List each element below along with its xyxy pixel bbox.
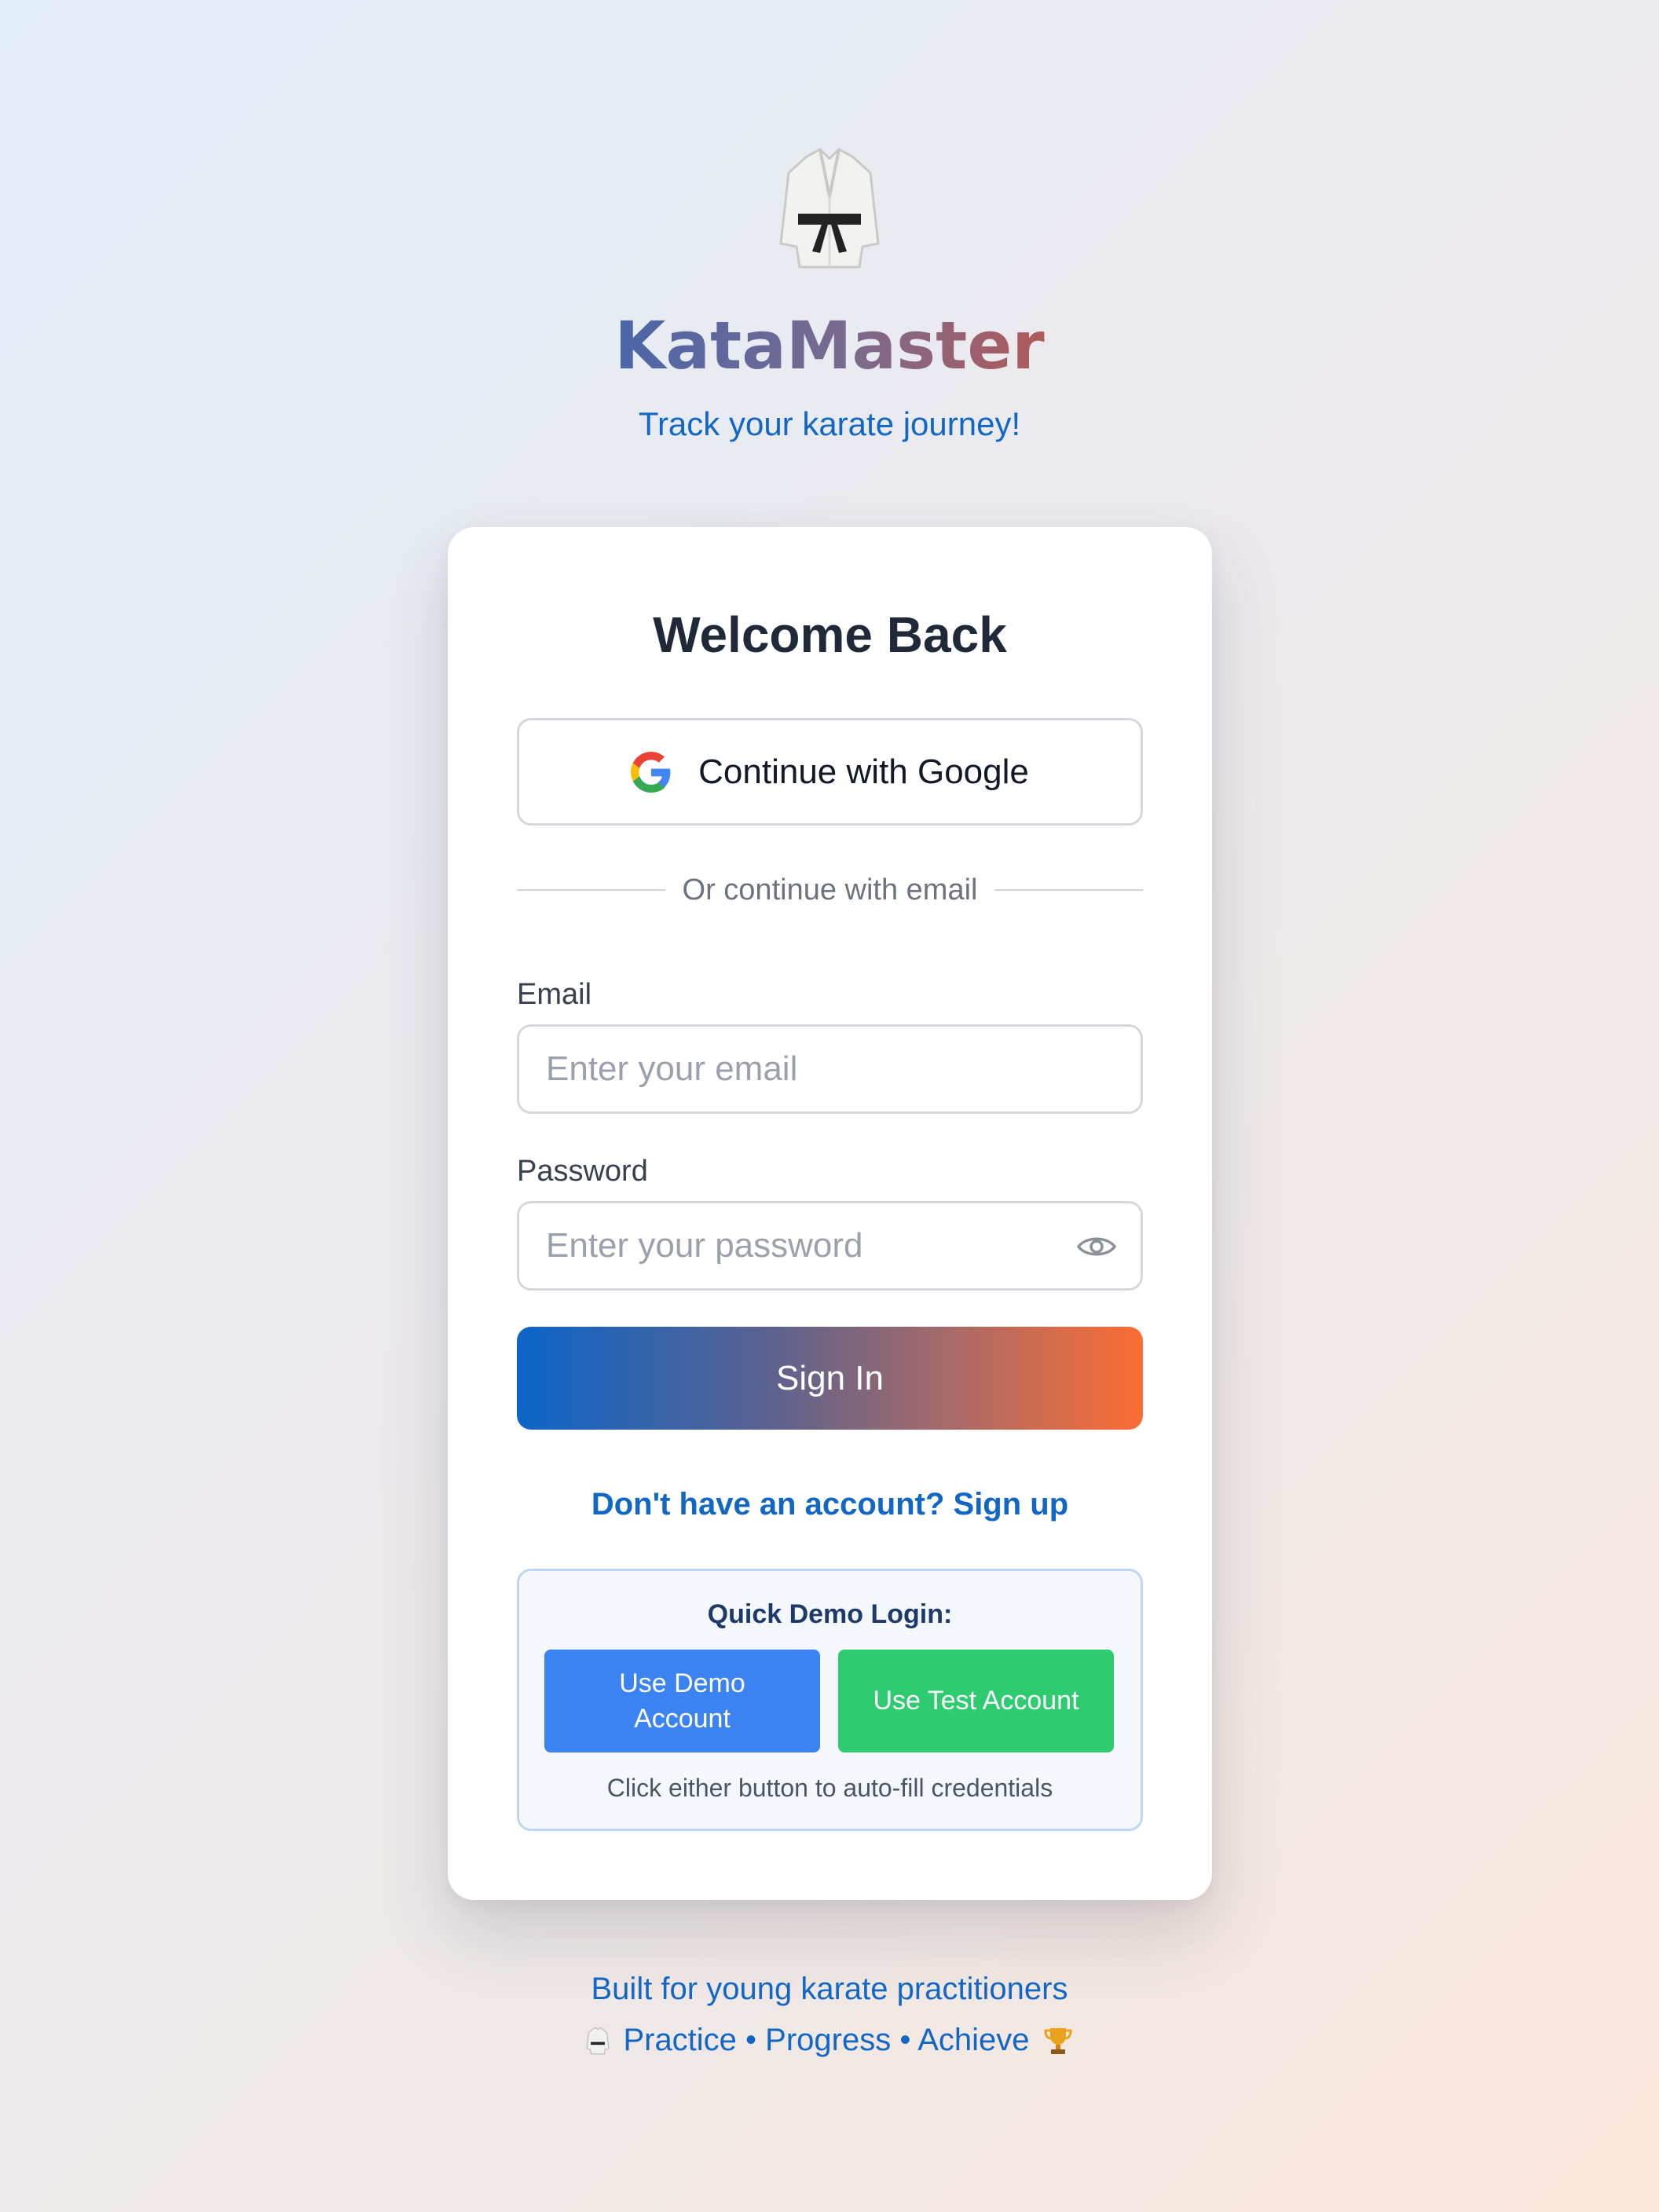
email-divider: Or continue with email [517,873,1143,906]
footer-motto-row: Practice • Progress • Achieve [0,2023,1659,2058]
demo-title: Quick Demo Login: [707,1599,953,1629]
email-label: Email [517,978,592,1011]
footer: Built for young karate practitioners Pra… [0,1972,1659,2058]
karate-gi-icon [779,148,880,269]
trophy-icon [1044,2027,1072,2054]
google-icon [631,751,671,793]
password-input[interactable] [517,1201,1143,1291]
app-header: KataMaster Track your karate journey! [0,141,1659,443]
sign-in-button[interactable]: Sign In [517,1327,1143,1430]
login-card: Welcome Back Continue with Google Or con… [448,527,1212,1900]
use-demo-account-button[interactable]: Use Demo Account [544,1650,820,1752]
google-signin-button[interactable]: Continue with Google [517,718,1143,826]
divider-text: Or continue with email [682,873,978,906]
divider-line-left [517,889,665,891]
karate-gi-icon [586,2027,610,2054]
show-password-icon[interactable] [1076,1233,1117,1260]
card-title: Welcome Back [653,606,1007,663]
demo-hint: Click either button to auto-fill credent… [606,1774,1053,1802]
quick-demo-panel: Quick Demo Login: Use Demo Account Use T… [517,1569,1143,1831]
use-test-account-button[interactable]: Use Test Account [838,1650,1114,1752]
password-label: Password [517,1155,648,1188]
divider-line-right [994,889,1143,891]
sign-up-link[interactable]: Don't have an account? Sign up [448,1487,1212,1522]
google-button-label: Continue with Google [698,752,1029,791]
tagline: Track your karate journey! [638,405,1021,442]
footer-motto: Practice • Progress • Achieve [623,2023,1030,2057]
footer-tagline: Built for young karate practitioners [591,1972,1068,2006]
brand-title: KataMaster [614,307,1045,384]
email-input[interactable] [517,1024,1143,1114]
